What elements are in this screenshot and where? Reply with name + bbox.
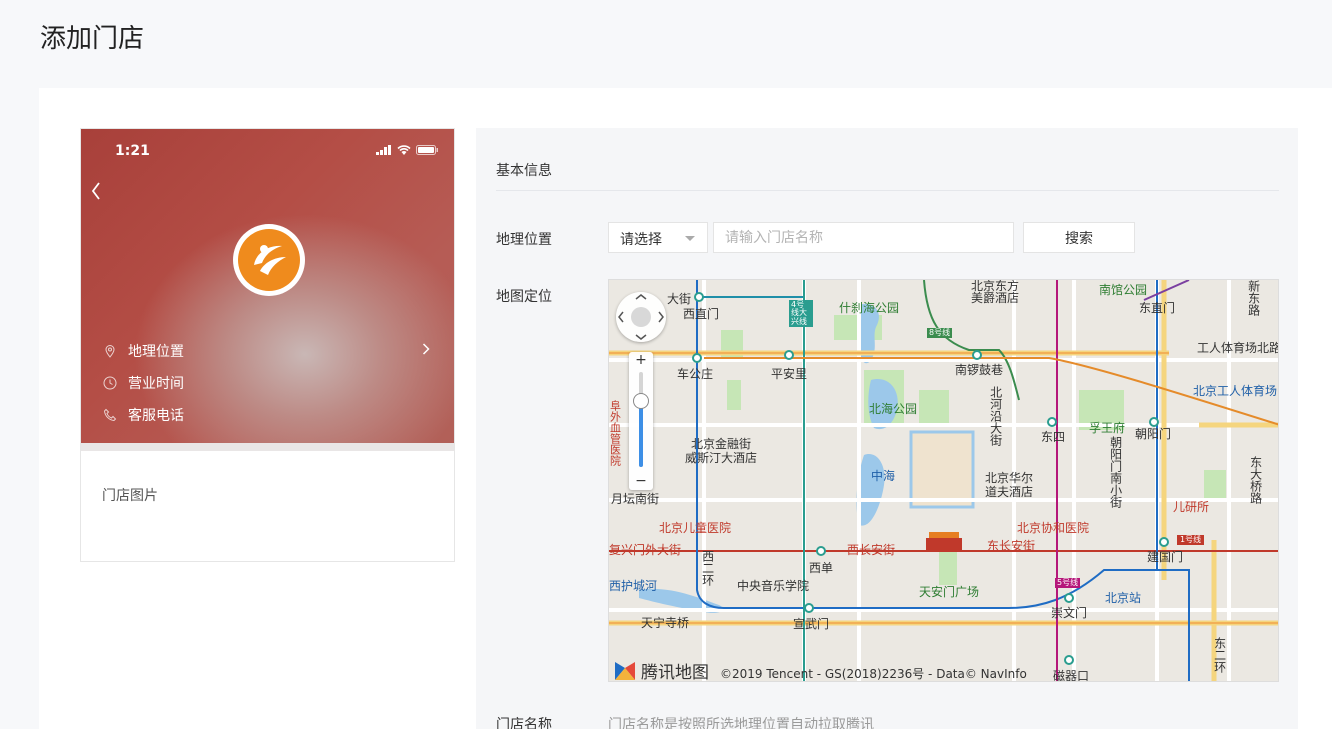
phone-icon: [103, 408, 117, 422]
status-time: 1:21: [115, 143, 150, 159]
metro-line-badge: 5号线: [1055, 578, 1081, 589]
store-hero-banner: 1:21 地理位置 营业时间 客服电话: [81, 129, 454, 451]
geo-location-label: 地理位置: [496, 232, 552, 248]
map-label: 威斯汀大酒店: [685, 451, 758, 465]
map-label: 东四: [1041, 430, 1066, 444]
metro-line-badge: 1号线: [1177, 535, 1205, 546]
map-label: 南锣鼓巷: [955, 363, 1004, 377]
map-base-layer: [609, 280, 1278, 681]
store-name-label: 门店名称: [496, 717, 552, 729]
map-label: 西长安街: [847, 543, 896, 557]
map-label: 道夫酒店: [985, 485, 1034, 499]
chevron-right-icon: [422, 343, 430, 355]
map-label: 宣武门: [793, 617, 830, 631]
map-label: 东二环: [1212, 637, 1227, 673]
map-label: 南馆公园: [1099, 283, 1148, 297]
map-brand-name: 腾讯地图: [641, 663, 709, 682]
location-pin-icon: [105, 345, 115, 358]
map-label: 建国门: [1147, 550, 1184, 564]
map-label: 北京站: [1105, 591, 1142, 605]
section-title: 基本信息: [496, 163, 552, 179]
zoom-slider-handle[interactable]: [633, 392, 649, 409]
map-label: 工人体育场北路: [1197, 341, 1279, 355]
map-label: 东大桥路: [1248, 456, 1263, 504]
metro-line-badge: 4号线大兴线: [789, 300, 813, 328]
map-label: 北海公园: [869, 402, 918, 416]
map-label: 新东路: [1246, 280, 1261, 316]
metro-line-badge: 8号线: [927, 328, 953, 339]
zoom-out-button[interactable]: −: [629, 473, 653, 489]
map-label: 天宁寺桥: [641, 616, 690, 630]
map-copyright: ©2019 Tencent - GS(2018)2236号 - Data© Na…: [720, 667, 1027, 681]
map-label: 儿研所: [1173, 500, 1210, 514]
map-label: 北京协和医院: [1017, 521, 1090, 535]
location-row[interactable]: 地理位置: [103, 341, 184, 361]
map-label: 月坛南街: [611, 492, 660, 506]
map-label: 西直门: [683, 307, 720, 321]
phone-row: 客服电话: [103, 405, 184, 425]
map-label: 崇文门: [1051, 606, 1088, 620]
location-row-label: 地理位置: [128, 344, 184, 360]
map-label: 北京儿童医院: [659, 521, 732, 535]
map-label: 孚王府: [1089, 421, 1126, 435]
map-label: 平安里: [771, 367, 808, 381]
clock-icon: [103, 376, 117, 390]
map-label: 复兴门外大街: [609, 543, 682, 557]
store-logo: [233, 224, 305, 296]
phone-row-label: 客服电话: [128, 408, 184, 424]
map-label: 北京工人体育场: [1193, 384, 1278, 398]
tencent-map[interactable]: 北京东方 美爵酒店 南馆公园 东直门 新东路 大街 西直门 什刹海公园 工人体育…: [608, 279, 1279, 682]
map-label: 朝阳门: [1135, 427, 1172, 441]
map-label: 中海: [871, 469, 896, 483]
search-button[interactable]: 搜索: [1023, 222, 1135, 253]
basic-info-panel: 基本信息 地理位置 请选择 搜索 地图定位: [476, 128, 1298, 729]
store-search-input[interactable]: [713, 222, 1014, 253]
hours-row: 营业时间: [103, 373, 184, 393]
map-label: 大街: [667, 292, 692, 306]
map-label: 东直门: [1139, 301, 1176, 315]
map-label: 西护城河: [609, 579, 658, 593]
map-label: 北河沿大街: [988, 386, 1003, 446]
form-card: 1:21 地理位置 营业时间 客服电话 门店图片 基本信息 地理位置 请选择 请…: [39, 88, 1332, 729]
map-label: 西二环: [700, 550, 715, 586]
hours-row-label: 营业时间: [128, 376, 184, 392]
map-label: 北京华尔: [985, 471, 1034, 485]
zoom-in-button[interactable]: +: [629, 352, 653, 368]
section-divider: [496, 190, 1279, 191]
caret-down-icon: [685, 236, 695, 241]
map-label: 东长安街: [987, 539, 1036, 553]
map-label: 北京金融街: [691, 437, 752, 451]
page-title: 添加门店: [40, 24, 145, 54]
map-brand: 腾讯地图: [613, 658, 709, 682]
map-label: 阜外血管医院: [608, 400, 622, 466]
map-label: 磁器口: [1053, 669, 1090, 682]
signal-icon: [376, 145, 391, 155]
map-label: 天安门广场: [919, 585, 980, 599]
region-select-value: 请选择: [620, 232, 662, 248]
map-label: 车公庄: [677, 367, 714, 381]
store-images-label: 门店图片: [102, 488, 158, 504]
region-select[interactable]: 请选择: [608, 222, 708, 253]
back-chevron-icon[interactable]: [91, 181, 101, 201]
zoom-level-fill: [639, 400, 643, 467]
battery-icon: [416, 145, 438, 155]
tencent-map-logo-icon: [615, 661, 635, 680]
map-label: 中央音乐学院: [737, 579, 810, 593]
status-bar-icons: [376, 145, 438, 155]
map-location-label: 地图定位: [496, 289, 552, 305]
map-label: 西单: [809, 561, 834, 575]
map-label: 朝阳门南小街: [1108, 436, 1123, 508]
wifi-icon: [397, 145, 411, 155]
store-name-hint: 门店名称是按照所选地理位置自动拉取腾讯: [608, 717, 874, 729]
phone-preview: 1:21 地理位置 营业时间 客服电话 门店图片: [80, 128, 455, 562]
map-label: 什刹海公园: [839, 301, 900, 315]
map-pan-control[interactable]: [616, 292, 666, 342]
map-zoom-control[interactable]: + −: [629, 352, 653, 490]
map-label: 美爵酒店: [971, 291, 1020, 305]
pan-arrows-icon: [618, 294, 664, 340]
